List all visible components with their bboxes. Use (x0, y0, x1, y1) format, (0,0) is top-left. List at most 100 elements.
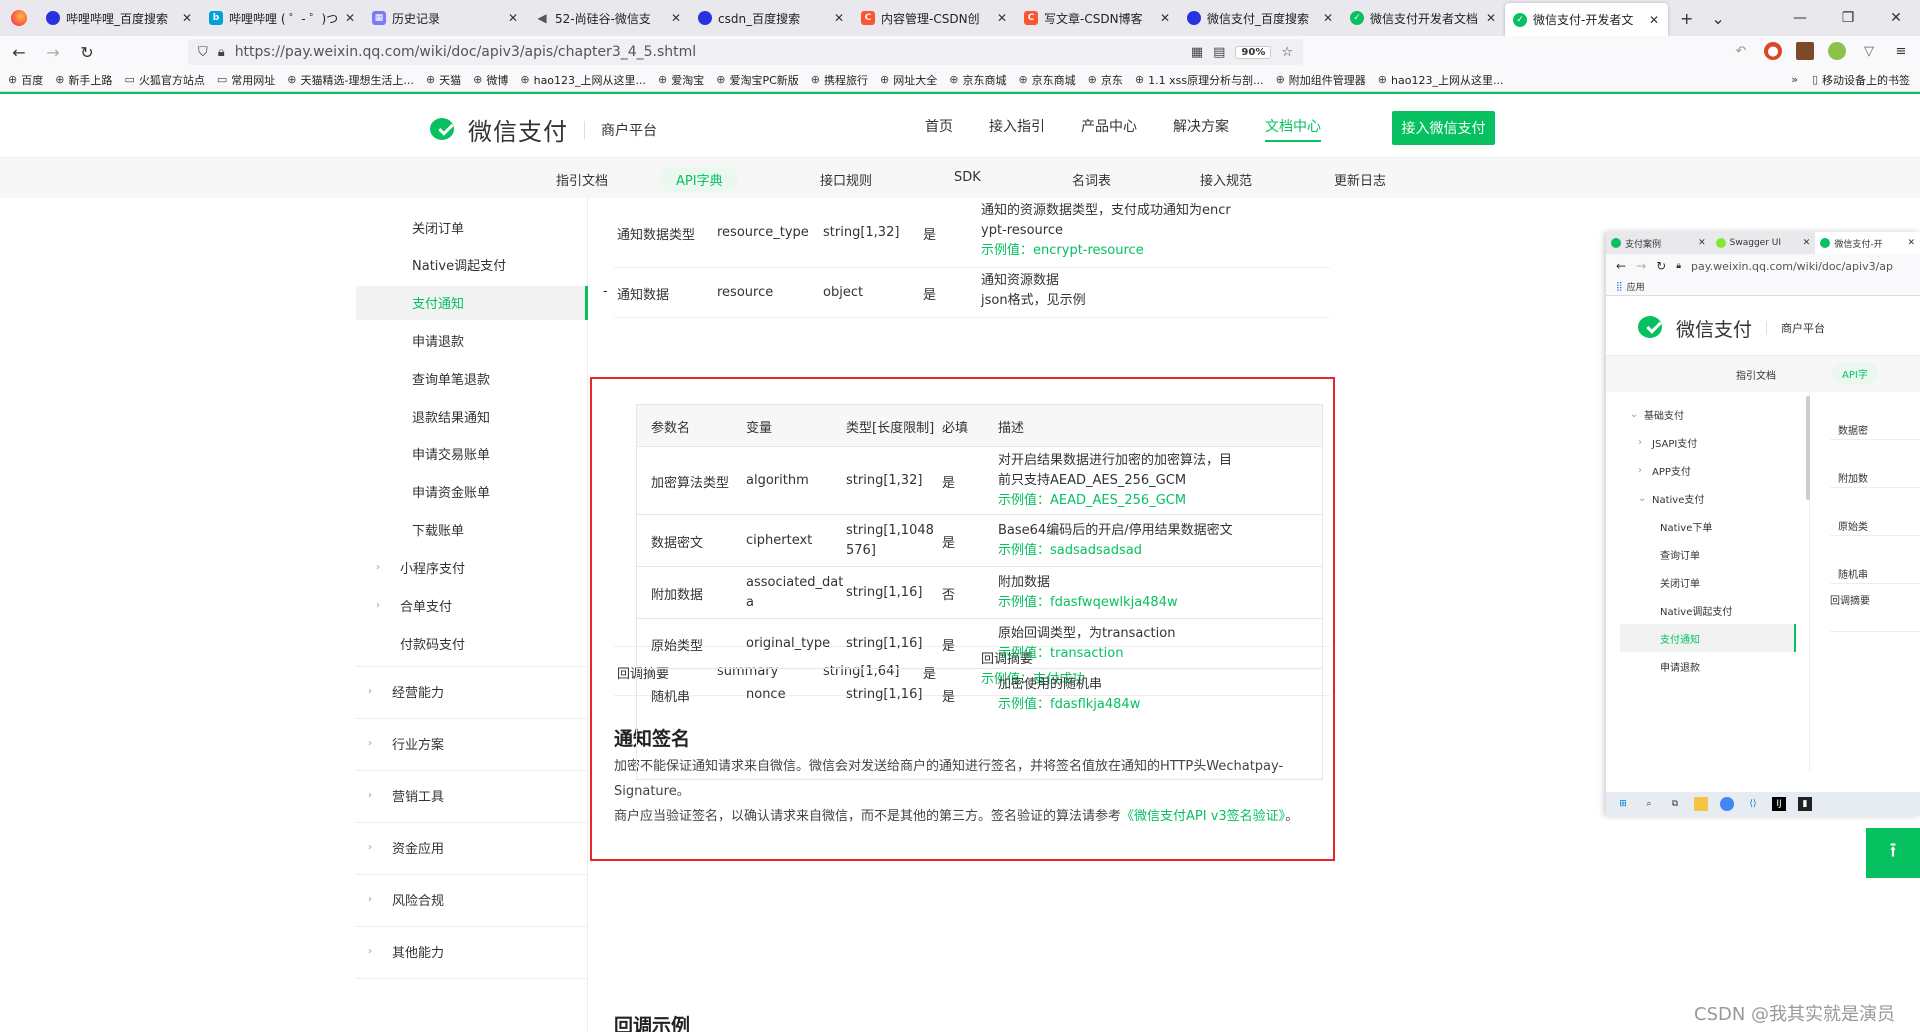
overlay-reload-icon[interactable]: ↻ (1656, 259, 1666, 273)
new-tab-icon[interactable]: + (1680, 9, 1693, 28)
overlay-tab[interactable]: 支付案例 ✕ (1606, 232, 1711, 254)
sidebar-item[interactable]: Native调起支付 (356, 248, 588, 282)
browser-tab[interactable]: ◀ 52-尚硅谷-微信支 ✕ (527, 0, 690, 36)
sidebar-group[interactable]: › 小程序支付 (356, 550, 588, 584)
reload-icon[interactable]: ↻ (72, 43, 102, 62)
overlay-back-icon[interactable]: ← (1616, 259, 1626, 273)
extension-red-icon[interactable]: ● (1764, 42, 1782, 60)
taskbar-explorer-icon[interactable] (1694, 797, 1708, 811)
extension-green-icon[interactable] (1828, 42, 1846, 60)
bookmark-item[interactable]: ⊕ 附加组件管理器 (1276, 72, 1366, 88)
bookmark-item[interactable]: ⊕ 京东 (1088, 72, 1123, 88)
overlay-sidebar-item[interactable]: 支付通知 (1620, 624, 1796, 652)
lock-icon[interactable]: 🔒︎ (218, 45, 225, 60)
tab-close-icon[interactable]: ✕ (181, 11, 193, 25)
bookmark-item[interactable]: ⊕ 京东商城 (949, 72, 1006, 88)
overlay-tab-close-icon[interactable]: ✕ (1907, 238, 1915, 248)
overlay-sidebar-item[interactable]: 关闭订单 (1620, 568, 1796, 596)
overlay-sidebar-item[interactable]: 申请退款 (1620, 652, 1796, 680)
bookmark-item[interactable]: ⊕ 1.1 xss原理分析与剖... (1135, 72, 1264, 88)
overlay-apps-bookmark[interactable]: 应用 (1627, 280, 1645, 293)
close-window-icon[interactable]: ✕ (1872, 10, 1920, 26)
overlay-scrollbar[interactable] (1806, 396, 1810, 500)
browser-tab[interactable]: ✓ 微信支付-开发者文 ✕ (1505, 3, 1668, 36)
forward-icon[interactable]: → (38, 43, 68, 62)
tab-list-dropdown-icon[interactable]: ⌄ (1711, 9, 1724, 28)
sidebar-section[interactable]: › 营销工具 (356, 778, 588, 812)
windows-start-icon[interactable]: ⊞ (1616, 797, 1630, 811)
taskbar-intellij-icon[interactable]: IJ (1772, 797, 1786, 811)
overlay-forward-icon[interactable]: → (1636, 259, 1646, 273)
tab-close-icon[interactable]: ✕ (1159, 11, 1171, 25)
sidebar-item[interactable]: 查询单笔退款 (356, 361, 588, 395)
browser-tab[interactable]: ▦ 历史记录 ✕ (364, 0, 527, 36)
sidebar-section[interactable]: › 行业方案 (356, 726, 588, 760)
bookmark-item[interactable]: ⊕ 微博 (473, 72, 508, 88)
browser-tab[interactable]: C 写文章-CSDN博客 ✕ (1016, 0, 1179, 36)
tab-close-icon[interactable]: ✕ (1648, 13, 1660, 27)
minimize-icon[interactable]: — (1776, 10, 1824, 26)
bookmark-item[interactable]: ⊕ 网址大全 (880, 72, 937, 88)
browser-tab[interactable]: 哔哩哔哩_百度搜索 ✕ (38, 0, 201, 36)
url-bar[interactable]: ⛉ 🔒︎ https://pay.weixin.qq.com/wiki/doc/… (188, 39, 1303, 65)
overlay-sidebar-item[interactable]: › JSAPI支付 (1620, 428, 1796, 456)
tab-close-icon[interactable]: ✕ (670, 11, 682, 25)
overlay-sidebar-item[interactable]: Native调起支付 (1620, 596, 1796, 624)
overlay-sidebar-item[interactable]: 查询订单 (1620, 540, 1796, 568)
sidebar-item[interactable]: 支付通知 (356, 285, 588, 320)
sidebar-item[interactable]: 退款结果通知 (356, 399, 588, 433)
collapse-toggle-icon[interactable]: - (603, 284, 608, 299)
bookmark-item[interactable]: ▭ 火狐官方站点 (124, 72, 204, 88)
reader-view-icon[interactable]: ▤ (1213, 45, 1225, 60)
browser-tab[interactable]: ✓ 微信支付开发者文档 ✕ (1342, 0, 1505, 36)
menu-icon[interactable]: ≡ (1892, 42, 1910, 60)
sub-nav-item[interactable]: 名词表 (1056, 167, 1127, 192)
browser-tab[interactable]: 微信支付_百度搜索 ✕ (1179, 0, 1342, 36)
overlay-sidebar-item[interactable]: ⌄ Native支付 (1620, 484, 1796, 512)
firefox-menu[interactable] (0, 0, 38, 36)
taskbar-chrome-icon[interactable] (1720, 797, 1734, 811)
sidebar-item[interactable]: 申请交易账单 (356, 437, 588, 471)
overlay-sub-nav-item[interactable]: API字 (1832, 362, 1878, 385)
bookmark-item[interactable]: ⊕ 天猫精选-理想生活上... (287, 72, 414, 88)
taskbar-search-icon[interactable]: ⌕ (1642, 797, 1656, 811)
sub-nav-item[interactable]: 更新日志 (1318, 167, 1402, 192)
bookmark-item[interactable]: ⊕ 爱淘宝 (658, 72, 704, 88)
sidebar-item[interactable]: 关闭订单 (356, 210, 588, 244)
bookmark-item[interactable]: ⊕ hao123_上网从这里... (520, 72, 646, 88)
sidebar-section[interactable]: › 经营能力 (356, 674, 588, 708)
sub-nav-item[interactable]: SDK (938, 167, 997, 188)
sidebar-section[interactable]: › 其他能力 (356, 934, 588, 968)
tab-close-icon[interactable]: ✕ (344, 11, 356, 25)
browser-tab[interactable]: C 内容管理-CSDN创 ✕ (853, 0, 1016, 36)
extension-v-icon[interactable]: ▽ (1860, 42, 1878, 60)
join-wechat-pay-button[interactable]: 接入微信支付 (1392, 111, 1495, 145)
site-logo[interactable]: 微信支付 商户平台 (430, 112, 657, 147)
sidebar-item[interactable]: 下载账单 (356, 512, 588, 546)
overlay-tab-close-icon[interactable]: ✕ (1803, 238, 1811, 248)
undo-icon[interactable]: ↶ (1732, 42, 1750, 60)
top-nav-item[interactable]: 解决方案 (1173, 116, 1229, 142)
top-nav-item[interactable]: 首页 (925, 116, 953, 142)
mobile-bookmarks[interactable]: ▯ 移动设备上的书签 (1812, 72, 1910, 88)
sidebar-section[interactable]: › 资金应用 (356, 830, 588, 864)
sidebar-group[interactable]: › 合单支付 (356, 588, 588, 622)
restore-icon[interactable]: ❐ (1824, 10, 1872, 26)
taskbar-terminal-icon[interactable]: ▮ (1798, 797, 1812, 811)
tab-close-icon[interactable]: ✕ (996, 11, 1008, 25)
tab-close-icon[interactable]: ✕ (833, 11, 845, 25)
bookmark-item[interactable]: ⊕ 京东商城 (1018, 72, 1075, 88)
overlay-tab[interactable]: 微信支付-开 ✕ (1815, 232, 1920, 254)
bookmark-item[interactable]: ▭ 常用网址 (217, 72, 275, 88)
tab-close-icon[interactable]: ✕ (1485, 11, 1497, 25)
overlay-tab[interactable]: Swagger UI ✕ (1711, 232, 1816, 254)
sidebar-group[interactable]: 付款码支付 (356, 626, 588, 660)
bookmark-item[interactable]: ⊕ 爱淘宝PC新版 (716, 72, 799, 88)
url-text[interactable]: https://pay.weixin.qq.com/wiki/doc/apiv3… (235, 44, 1181, 60)
back-icon[interactable]: ← (4, 43, 34, 62)
sub-nav-item[interactable]: 接口规则 (804, 167, 888, 192)
browser-tab[interactable]: b 哔哩哔哩 ( ゜- ゜)つ ✕ (201, 0, 364, 36)
sub-nav-item[interactable]: 指引文档 (540, 167, 624, 192)
scroll-to-top-button[interactable]: ⭱ (1866, 828, 1920, 878)
overlay-sidebar-item[interactable]: Native下单 (1620, 512, 1796, 540)
